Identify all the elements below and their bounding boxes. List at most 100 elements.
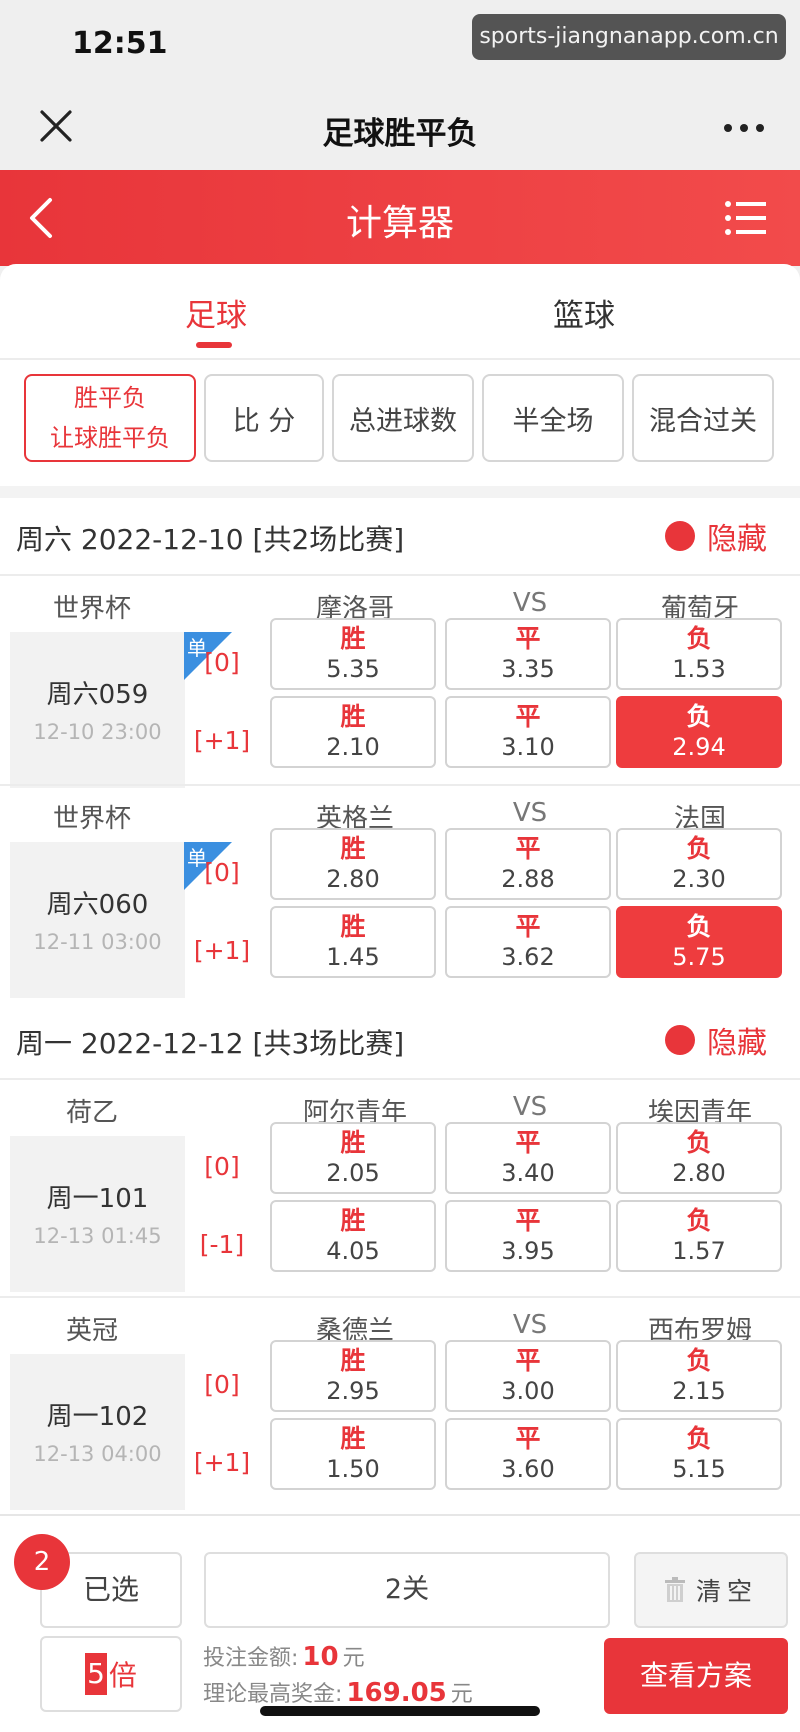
pass-type-selector[interactable]: 2关 (204, 1552, 610, 1628)
odds-cell-loss[interactable]: 负 2.80 (616, 1122, 782, 1194)
calculator-header: 计算器 (0, 170, 800, 266)
odds-cell-draw[interactable]: 平 3.62 (445, 906, 611, 978)
odds-cell-loss[interactable]: 负 2.15 (616, 1340, 782, 1412)
odds-label: 负 (686, 1206, 712, 1235)
multiplier-input[interactable]: 5 倍 (40, 1636, 182, 1712)
odds-cell-win[interactable]: 胜 1.50 (270, 1418, 436, 1490)
play-type-label-2: 让球胜平负 (50, 424, 170, 452)
page-title: 计算器 (345, 203, 454, 244)
odds-cell-draw[interactable]: 平 3.10 (445, 696, 611, 768)
odds-cell-win[interactable]: 胜 4.05 (270, 1200, 436, 1272)
match-time: 12-10 23:00 (33, 720, 162, 744)
odds-cell-win[interactable]: 胜 2.05 (270, 1122, 436, 1194)
list-menu-icon[interactable] (724, 198, 766, 238)
odds-value: 3.35 (501, 655, 555, 683)
match-time: 12-11 03:00 (33, 930, 162, 954)
odds-cell-loss[interactable]: 负 1.57 (616, 1200, 782, 1272)
handicap-label: [-1] (199, 1230, 245, 1259)
odds-label: 平 (515, 1206, 541, 1235)
odds-value: 2.88 (501, 865, 555, 893)
odds-cell-draw[interactable]: 平 3.35 (445, 618, 611, 690)
odds-cell-win[interactable]: 胜 1.45 (270, 906, 436, 978)
hide-label: 隐藏 (707, 1026, 767, 1061)
vs-label: VS (512, 588, 548, 618)
max-prize-value: 169.05 (346, 1678, 447, 1708)
odds-value: 2.95 (326, 1377, 380, 1405)
multiplier-value: 5 (85, 1653, 107, 1695)
day-title: 周一 2022-12-12 [共3场比赛] (16, 1027, 405, 1060)
section-divider (0, 486, 800, 498)
odds-label: 负 (686, 624, 712, 653)
play-type-mixed-parlay[interactable]: 混合过关 (632, 374, 774, 462)
match-time: 12-13 01:45 (33, 1224, 162, 1248)
odds-cell-draw[interactable]: 平 3.40 (445, 1122, 611, 1194)
handicap-label: [0] (204, 858, 240, 887)
odds-label: 胜 (340, 1206, 366, 1235)
league-name: 英冠 (65, 1316, 118, 1346)
selected-count-badge: 2 (14, 1534, 70, 1590)
match-code: 周六060 (46, 890, 149, 920)
odds-value: 3.95 (501, 1237, 555, 1265)
odds-value: 3.62 (501, 943, 555, 971)
odds-cell-draw[interactable]: 平 3.95 (445, 1200, 611, 1272)
odds-cell-win[interactable]: 胜 2.95 (270, 1340, 436, 1412)
divider (0, 358, 800, 360)
odds-value: 2.10 (326, 733, 380, 761)
odds-label: 负 (686, 834, 712, 863)
wechat-title-bar: 足球胜平负 (0, 88, 800, 170)
active-tab-indicator (196, 342, 232, 348)
odds-value: 3.00 (501, 1377, 555, 1405)
max-prize-line: 理论最高奖金: 169.05 元 (203, 1676, 473, 1708)
odds-cell-loss[interactable]: 负 2.30 (616, 828, 782, 900)
play-type-score[interactable]: 比 分 (204, 374, 324, 462)
tab-basketball[interactable]: 篮球 (504, 290, 664, 335)
hide-toggle[interactable]: 隐藏 (665, 1018, 767, 1062)
odds-cell-win[interactable]: 胜 2.10 (270, 696, 436, 768)
odds-label: 胜 (340, 912, 366, 941)
tab-football[interactable]: 足球 (136, 290, 296, 335)
odds-cell-win[interactable]: 胜 5.35 (270, 618, 436, 690)
odds-cell-draw[interactable]: 平 3.00 (445, 1340, 611, 1412)
odds-value: 4.05 (326, 1237, 380, 1265)
odds-cell-draw[interactable]: 平 3.60 (445, 1418, 611, 1490)
bet-amount-label: 投注金额: (203, 1646, 299, 1671)
play-type-half-full[interactable]: 半全场 (482, 374, 624, 462)
odds-label: 负 (686, 1424, 712, 1453)
odds-label: 负 (686, 912, 712, 941)
odds-cell-draw[interactable]: 平 2.88 (445, 828, 611, 900)
match-info-card: 周六059 12-10 23:00 (10, 632, 185, 788)
play-type-label: 胜平负 (74, 384, 146, 412)
vs-label: VS (512, 1092, 548, 1122)
odds-label: 平 (515, 1346, 541, 1375)
odds-cell-loss[interactable]: 负 1.53 (616, 618, 782, 690)
wechat-page-title: 足球胜平负 (322, 116, 478, 152)
odds-label: 平 (515, 1128, 541, 1157)
odds-cell-loss[interactable]: 负 5.15 (616, 1418, 782, 1490)
odds-value: 3.40 (501, 1159, 555, 1187)
more-icon[interactable] (720, 108, 768, 148)
odds-value: 5.75 (672, 943, 726, 971)
odds-label: 平 (515, 1424, 541, 1453)
trash-icon (664, 1577, 685, 1602)
vs-label: VS (512, 798, 548, 828)
hide-dot-icon (665, 1025, 695, 1055)
status-time: 12:51 (72, 26, 168, 61)
view-plan-button[interactable]: 查看方案 (604, 1638, 788, 1714)
odds-cell-loss-selected[interactable]: 负 2.94 (616, 696, 782, 768)
odds-value: 1.45 (326, 943, 380, 971)
odds-cell-loss-selected[interactable]: 负 5.75 (616, 906, 782, 978)
match-info-card: 周一102 12-13 04:00 (10, 1354, 185, 1510)
match-info-card: 周一101 12-13 01:45 (10, 1136, 185, 1292)
odds-value: 1.50 (326, 1455, 380, 1483)
play-type-win-draw-loss[interactable]: 胜平负 让球胜平负 (24, 374, 196, 462)
odds-label: 负 (686, 1346, 712, 1375)
play-type-total-goals[interactable]: 总进球数 (332, 374, 474, 462)
hide-toggle[interactable]: 隐藏 (665, 514, 767, 558)
bet-amount-value: 10 (302, 1642, 339, 1672)
league-name: 世界杯 (52, 594, 131, 624)
max-prize-unit: 元 (450, 1682, 473, 1707)
clear-button[interactable]: 清空 (634, 1552, 788, 1628)
odds-cell-win[interactable]: 胜 2.80 (270, 828, 436, 900)
odds-label: 胜 (340, 1128, 366, 1157)
league-name: 荷乙 (65, 1098, 118, 1128)
